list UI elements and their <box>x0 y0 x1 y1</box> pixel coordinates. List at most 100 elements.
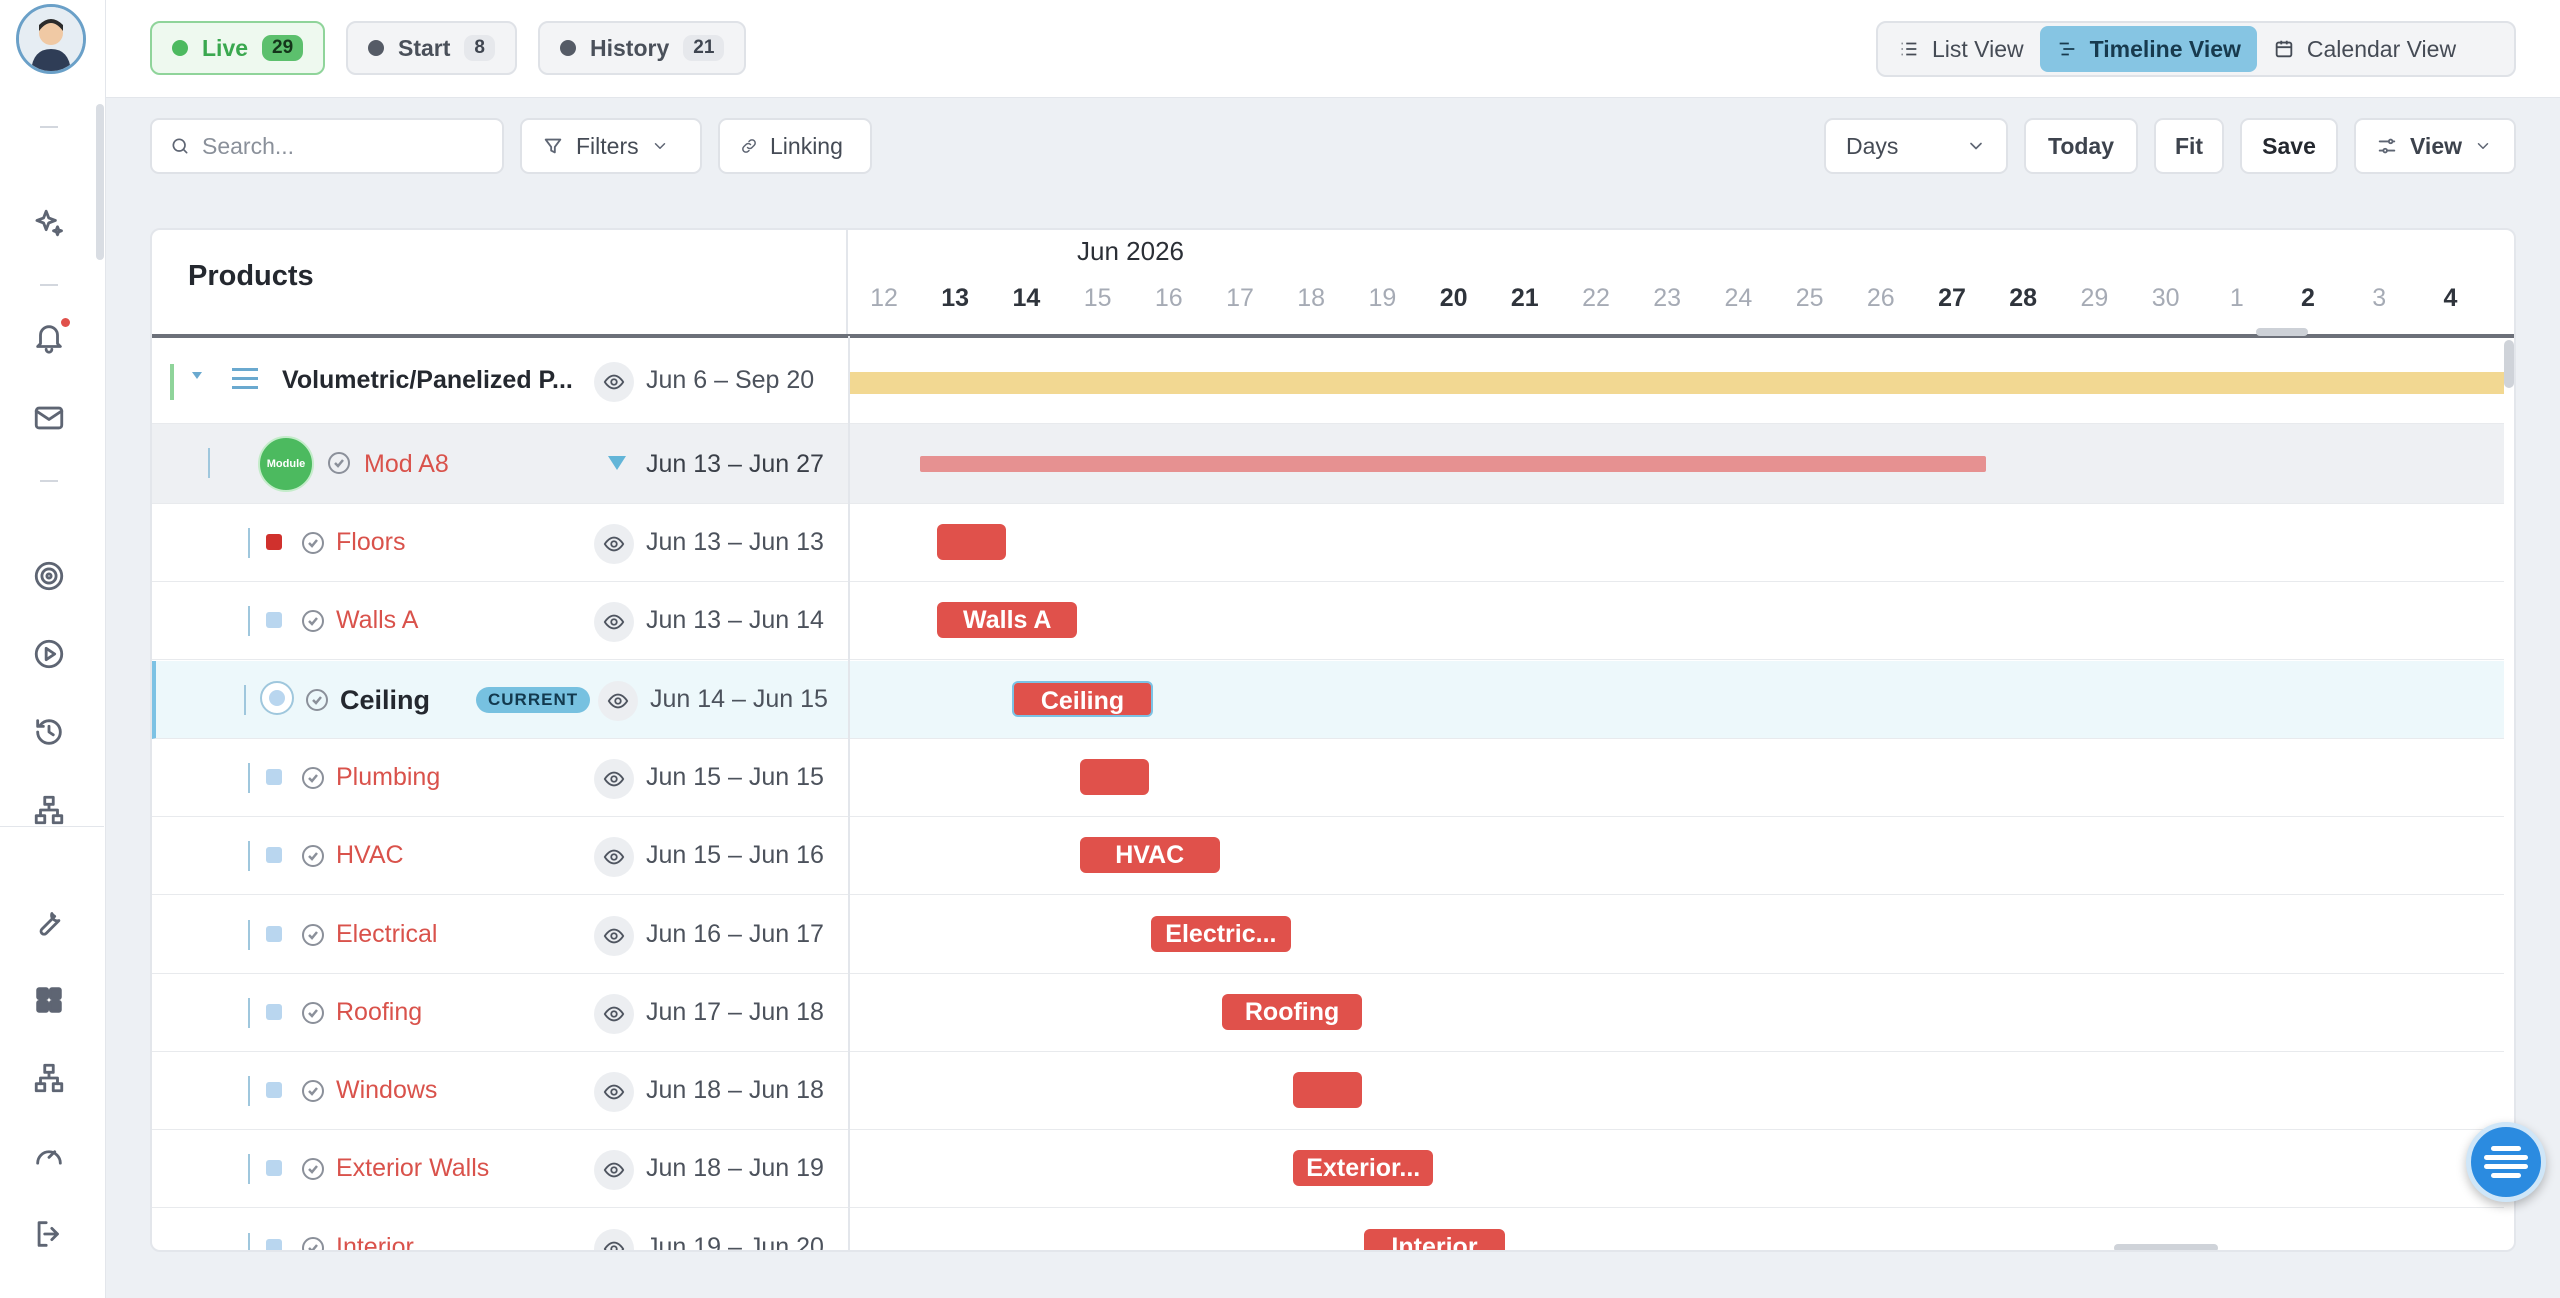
status-check-icon[interactable] <box>302 1001 324 1024</box>
list-icon <box>1901 42 1917 56</box>
task-color-swatch <box>266 534 282 550</box>
timeline-view-button[interactable]: Timeline View <box>2039 26 2257 72</box>
task-bar[interactable]: Electric... <box>1150 915 1291 952</box>
task-bar[interactable]: Interior <box>1364 1228 1505 1250</box>
task-bar[interactable] <box>937 524 1007 560</box>
search-input[interactable]: Search... <box>202 133 294 160</box>
mail-icon[interactable] <box>29 398 69 438</box>
target-icon[interactable] <box>29 556 69 596</box>
eye-icon[interactable] <box>594 837 634 878</box>
eye-icon[interactable] <box>594 602 634 643</box>
status-tab-history[interactable]: History 21 <box>538 21 747 75</box>
day-label: 19 <box>1368 284 1397 312</box>
task-row[interactable]: Roofing Jun 17 – Jun 18 Roofing <box>152 974 2504 1052</box>
status-check-icon[interactable] <box>302 610 324 633</box>
status-tab-live[interactable]: Live 29 <box>150 21 326 75</box>
task-row[interactable]: Windows Jun 18 – Jun 18 <box>152 1052 2504 1131</box>
eye-icon[interactable] <box>598 680 638 721</box>
status-check-icon[interactable] <box>302 1158 324 1181</box>
grid-icon[interactable] <box>29 980 69 1020</box>
status-check-icon[interactable] <box>328 452 350 474</box>
status-check-icon[interactable] <box>302 1236 324 1250</box>
play-icon[interactable] <box>29 634 69 674</box>
task-bar[interactable]: Walls A <box>937 602 1078 639</box>
task-bar[interactable] <box>1079 758 1149 795</box>
collapse-caret-icon[interactable] <box>192 372 202 379</box>
module-caret-icon[interactable] <box>608 456 626 470</box>
task-bar[interactable]: Exterior... <box>1293 1150 1434 1187</box>
view-options-button[interactable]: View <box>2354 118 2516 174</box>
header-scroll-thumb[interactable] <box>2256 328 2308 336</box>
sparkle-icon[interactable] <box>29 204 69 244</box>
project-row[interactable]: Volumetric/Panelized P... Jun 6 – Sep 20 <box>152 338 2504 424</box>
status-check-icon[interactable] <box>302 532 324 554</box>
history-icon[interactable] <box>29 712 69 752</box>
module-row[interactable]: Module Mod A8 Jun 13 – Jun 27 <box>152 424 2504 504</box>
vertical-scroll-thumb[interactable] <box>2504 340 2514 388</box>
hierarchy-icon[interactable] <box>29 790 69 830</box>
task-bar[interactable]: Ceiling <box>1012 680 1153 717</box>
wrench-icon[interactable] <box>29 902 69 942</box>
task-row[interactable]: Walls A Jun 13 – Jun 14 Walls A <box>152 582 2504 661</box>
eye-icon[interactable] <box>594 362 634 402</box>
logout-icon[interactable] <box>29 1214 69 1254</box>
assistant-fab[interactable] <box>2466 1122 2546 1202</box>
timeline-view-label: Timeline View <box>2089 35 2241 62</box>
task-name: Plumbing <box>336 762 441 791</box>
linking-button[interactable]: Linking <box>718 118 872 174</box>
eye-icon[interactable] <box>594 758 634 799</box>
day-label: 27 <box>1938 284 1966 312</box>
module-dates: Jun 13 – Jun 27 <box>646 450 824 478</box>
status-check-icon[interactable] <box>302 845 324 868</box>
task-dates: Jun 18 – Jun 18 <box>646 1076 824 1105</box>
day-label: 30 <box>2151 284 2180 312</box>
eye-icon[interactable] <box>594 1150 634 1191</box>
list-view-button[interactable]: List View <box>1882 26 2040 72</box>
filters-label: Filters <box>576 132 639 159</box>
eye-icon[interactable] <box>594 993 634 1034</box>
status-check-icon[interactable] <box>302 923 324 946</box>
user-avatar[interactable] <box>16 4 86 74</box>
sidebar-scrollbar[interactable] <box>96 104 104 260</box>
horizontal-scroll-thumb[interactable] <box>2114 1244 2218 1250</box>
task-dates: Jun 17 – Jun 18 <box>646 997 824 1026</box>
task-dates: Jun 15 – Jun 15 <box>646 762 824 791</box>
eye-icon[interactable] <box>594 524 634 564</box>
task-row[interactable]: Ceiling CURRENT Jun 14 – Jun 15 Ceiling <box>152 660 2504 739</box>
task-row[interactable]: Exterior Walls Jun 18 – Jun 19 Exterior.… <box>152 1130 2504 1209</box>
chevron-down-icon <box>1970 142 1982 150</box>
bell-icon[interactable] <box>29 318 70 358</box>
network-icon[interactable] <box>29 1058 69 1098</box>
today-button[interactable]: Today <box>2024 118 2138 174</box>
module-bar[interactable] <box>920 456 1986 472</box>
task-bar[interactable] <box>1293 1072 1363 1109</box>
task-row[interactable]: Plumbing Jun 15 – Jun 15 <box>152 739 2504 817</box>
project-bar[interactable] <box>850 372 2504 394</box>
status-tab-start[interactable]: Start 8 <box>346 21 517 75</box>
task-row[interactable]: Electrical Jun 16 – Jun 17 Electric... <box>152 896 2504 974</box>
status-check-icon[interactable] <box>302 1080 324 1103</box>
gantt-panel: Products Jun 2026 12 13 14 15 16 17 18 19 20 21 22… <box>150 228 2516 1252</box>
gauge-icon[interactable] <box>29 1136 69 1176</box>
search-box[interactable]: Search... <box>150 118 504 174</box>
task-color-swatch <box>266 1160 282 1177</box>
day-label: 22 <box>1582 284 1610 312</box>
task-bar[interactable]: HVAC <box>1079 837 1220 874</box>
eye-icon[interactable] <box>594 1072 634 1113</box>
calendar-view-button[interactable]: Calendar View <box>2257 26 2472 72</box>
eye-icon[interactable] <box>594 1228 634 1250</box>
task-row[interactable]: Floors Jun 13 – Jun 13 <box>152 504 2504 582</box>
task-row[interactable]: HVAC Jun 15 – Jun 16 HVAC <box>152 817 2504 896</box>
status-check-icon[interactable] <box>306 688 328 711</box>
save-button[interactable]: Save <box>2240 118 2338 174</box>
filters-button[interactable]: Filters <box>520 118 702 174</box>
fit-button[interactable]: Fit <box>2154 118 2224 174</box>
scale-select[interactable]: Days <box>1824 118 2008 174</box>
project-name: Volumetric/Panelized P... <box>282 366 573 394</box>
task-bar[interactable]: Roofing <box>1222 993 1363 1030</box>
eye-icon[interactable] <box>594 915 634 956</box>
status-check-icon[interactable] <box>302 766 324 789</box>
products-header-title: Products <box>188 260 314 292</box>
start-dot-icon <box>368 40 384 56</box>
link-icon <box>742 139 756 153</box>
